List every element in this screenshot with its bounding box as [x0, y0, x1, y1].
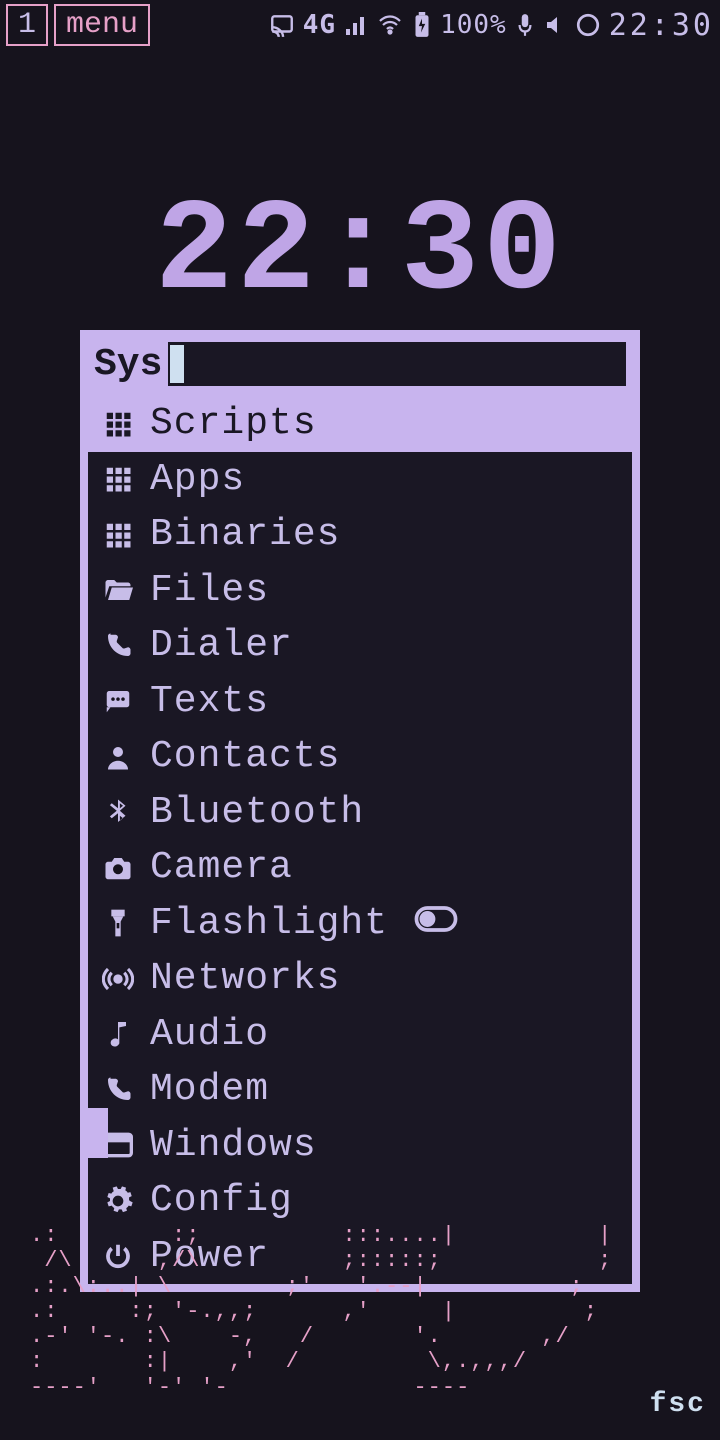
grid-icon — [100, 409, 136, 439]
person-icon — [100, 742, 136, 772]
menu-item-windows[interactable]: Windows — [88, 1118, 632, 1174]
footer-tag: fsc — [650, 1389, 706, 1420]
menu-item-label: Flashlight — [150, 900, 388, 948]
phone-icon — [100, 631, 136, 661]
menu-item-label: Contacts — [150, 733, 340, 781]
gear-icon — [100, 1185, 136, 1217]
menu-item-apps[interactable]: Apps — [88, 452, 632, 508]
volume-icon — [543, 13, 567, 37]
music-note-icon — [100, 1018, 136, 1050]
camera-icon — [100, 853, 136, 883]
menu-item-texts[interactable]: Texts — [88, 674, 632, 730]
launcher-input[interactable] — [168, 342, 626, 386]
menu-item-dialer[interactable]: Dialer — [88, 618, 632, 674]
menu-item-bluetooth[interactable]: Bluetooth — [88, 785, 632, 841]
battery-percent: 100% — [440, 10, 507, 40]
menu-item-audio[interactable]: Audio — [88, 1007, 632, 1063]
launcher-prompt-label: Sys — [94, 343, 162, 386]
menu-item-label: Binaries — [150, 511, 340, 559]
grid-icon — [100, 464, 136, 494]
menu-item-flashlight[interactable]: Flashlight — [88, 896, 632, 952]
battery-charging-icon — [412, 12, 432, 38]
menu-item-label: Texts — [150, 678, 269, 726]
menu-item-label: Camera — [150, 844, 293, 892]
broadcast-icon — [100, 964, 136, 994]
wifi-icon — [376, 13, 404, 37]
cast-icon — [269, 12, 295, 38]
menu-indicator[interactable]: menu — [54, 4, 150, 46]
menu-item-label: Apps — [150, 456, 245, 504]
signal-icon — [344, 13, 368, 37]
folder-open-icon — [100, 575, 136, 605]
menu-item-label: Config — [150, 1177, 293, 1225]
network-type: 4G — [303, 10, 336, 40]
clock-display: 22:30 — [0, 180, 720, 327]
menu-item-label: Files — [150, 567, 269, 615]
input-caret — [170, 345, 184, 383]
launcher-header: Sys — [88, 338, 632, 396]
launcher-menu: Scripts Apps Binaries Files Dialer Texts Conta… — [88, 396, 632, 1284]
launcher-accent — [80, 1108, 108, 1158]
menu-item-networks[interactable]: Networks — [88, 951, 632, 1007]
menu-item-label: Windows — [150, 1122, 317, 1170]
menu-item-scripts[interactable]: Scripts — [88, 396, 632, 452]
menu-item-label: Dialer — [150, 622, 293, 670]
menu-item-binaries[interactable]: Binaries — [88, 507, 632, 563]
toggle-off-icon — [414, 900, 458, 948]
menu-item-camera[interactable]: Camera — [88, 840, 632, 896]
grid-icon — [100, 520, 136, 550]
statusbar-clock: 22:30 — [609, 8, 714, 43]
flashlight-icon — [100, 907, 136, 939]
launcher-panel: Sys Scripts Apps Binaries Files Dialer Texts C… — [80, 330, 640, 1292]
bluetooth-icon — [100, 797, 136, 827]
menu-item-label: Bluetooth — [150, 789, 364, 837]
phone-icon — [100, 1075, 136, 1105]
menu-item-contacts[interactable]: Contacts — [88, 729, 632, 785]
menu-item-label: Networks — [150, 955, 340, 1003]
workspace-indicator[interactable]: 1 — [6, 4, 48, 46]
menu-item-files[interactable]: Files — [88, 563, 632, 619]
circle-icon — [575, 12, 601, 38]
ascii-art: .: :; :::....| | /\ ,/\ ;:::::; ; .:.\:.… — [30, 1223, 612, 1400]
menu-item-modem[interactable]: Modem — [88, 1062, 632, 1118]
status-bar: 1 menu 4G 100% 22:30 — [0, 0, 720, 50]
message-icon — [100, 686, 136, 716]
menu-item-label: Modem — [150, 1066, 269, 1114]
menu-item-config[interactable]: Config — [88, 1173, 632, 1229]
mic-icon — [515, 12, 535, 38]
menu-item-label: Audio — [150, 1011, 269, 1059]
menu-item-label: Scripts — [150, 400, 317, 448]
